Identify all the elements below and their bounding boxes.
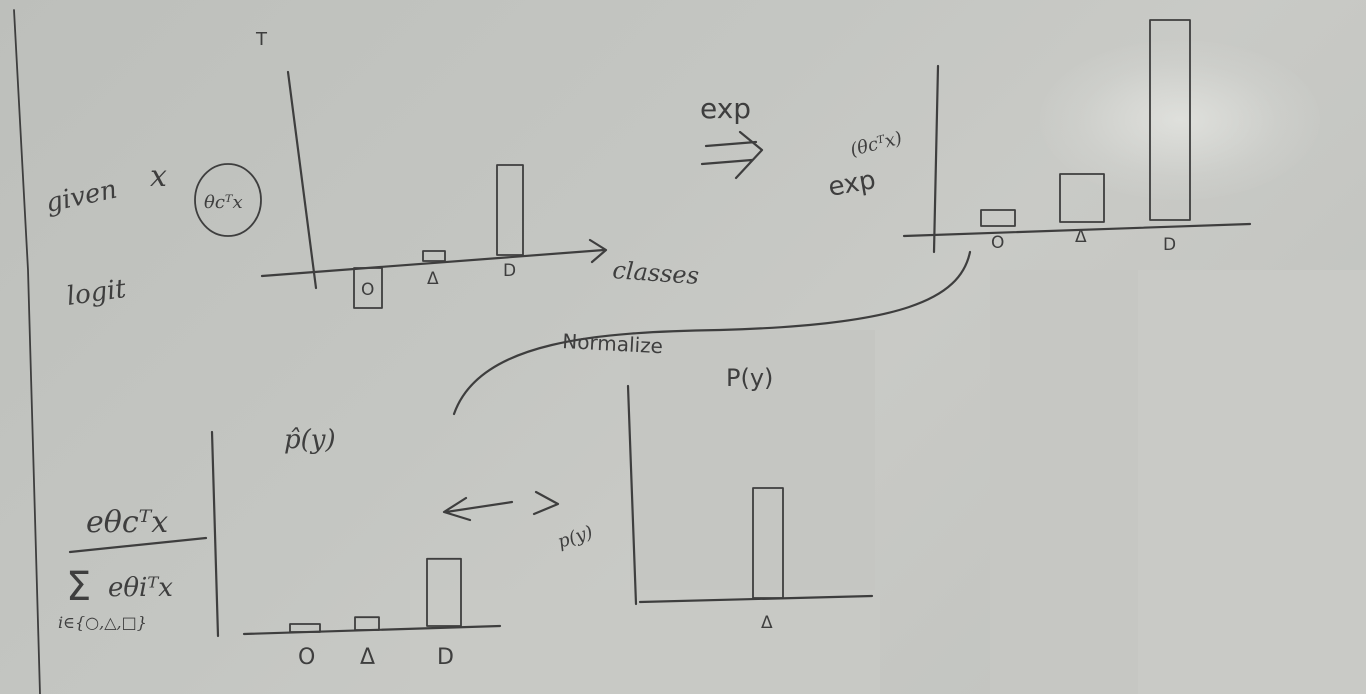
formula-numerator: eθcᵀx bbox=[86, 505, 168, 540]
whiteboard: given x θcᵀx logit T classes O Δ D exp (θc… bbox=[0, 0, 1366, 694]
phat-bar-1 bbox=[354, 616, 380, 631]
phat-y-axis bbox=[210, 430, 220, 638]
logit-chart: classes O Δ D bbox=[260, 70, 700, 309]
p-hat-label: p̂(y) bbox=[284, 425, 336, 455]
bidirectional-arrow bbox=[442, 490, 560, 522]
exp-bar-0 bbox=[980, 209, 1016, 227]
exp-bar-2 bbox=[1149, 19, 1191, 221]
p-bar-1 bbox=[752, 487, 784, 599]
logit-class-label-0: O bbox=[361, 280, 374, 300]
board-edge-line bbox=[13, 9, 41, 694]
logit-bar-1 bbox=[422, 250, 446, 262]
p-x-axis bbox=[638, 594, 874, 604]
exp-chart: OΔD bbox=[902, 19, 1252, 255]
x-variable-label: x bbox=[150, 159, 167, 194]
exp-bar-1 bbox=[1059, 173, 1105, 223]
exp-bars: OΔD bbox=[980, 19, 1191, 255]
formula-fraction-bar bbox=[68, 536, 208, 554]
p-chart: Δ bbox=[626, 384, 874, 633]
exp-class-label-0: O bbox=[991, 233, 1004, 253]
phat-class-label-0: O bbox=[298, 645, 315, 670]
top-t-mark: T bbox=[255, 29, 268, 50]
phat-class-label-1: Δ bbox=[360, 645, 375, 670]
exp-double-arrow bbox=[700, 130, 764, 180]
p-y-axis bbox=[626, 384, 638, 606]
formula-sum-symbol: Σ bbox=[66, 564, 91, 610]
exp-class-label-2: D bbox=[1163, 235, 1176, 255]
normalize-label: Normalize bbox=[562, 329, 664, 358]
p-class-label-1: Δ bbox=[761, 613, 773, 633]
theta-term: θcᵀx bbox=[204, 192, 243, 213]
p-hat-chart: OΔD bbox=[210, 430, 502, 670]
p-y-side-label: p(y) bbox=[555, 522, 595, 553]
classes-label: classes bbox=[612, 256, 700, 290]
exp-side-label: exp bbox=[826, 165, 878, 203]
phat-bars: OΔD bbox=[289, 557, 462, 670]
exp-class-label-1: Δ bbox=[1075, 227, 1087, 247]
exp-y-axis bbox=[932, 64, 940, 254]
exp-side-top-label: (θcᵀx) bbox=[848, 128, 904, 161]
logit-class-label-1: Δ bbox=[427, 269, 439, 289]
logit-bar-2 bbox=[496, 164, 524, 256]
logit-bars: OΔ D bbox=[353, 164, 524, 309]
phat-class-label-2: D bbox=[437, 645, 454, 670]
ink-layer: given x θcᵀx logit T classes O Δ D exp (θc… bbox=[13, 9, 1252, 694]
formula-denominator: eθiᵀx bbox=[108, 573, 173, 603]
given-label: given bbox=[43, 175, 119, 219]
p-y-top-label: P(y) bbox=[726, 364, 773, 392]
logit-class-label-2: D bbox=[503, 261, 516, 281]
logit-y-axis bbox=[286, 70, 318, 290]
normalize-curve bbox=[452, 250, 972, 416]
exp-label: exp bbox=[700, 92, 751, 125]
formula-index: i∈{○,△,□} bbox=[58, 613, 147, 632]
logit-label: logit bbox=[65, 274, 129, 312]
p-bars: Δ bbox=[752, 487, 784, 633]
phat-bar-2 bbox=[426, 557, 462, 627]
